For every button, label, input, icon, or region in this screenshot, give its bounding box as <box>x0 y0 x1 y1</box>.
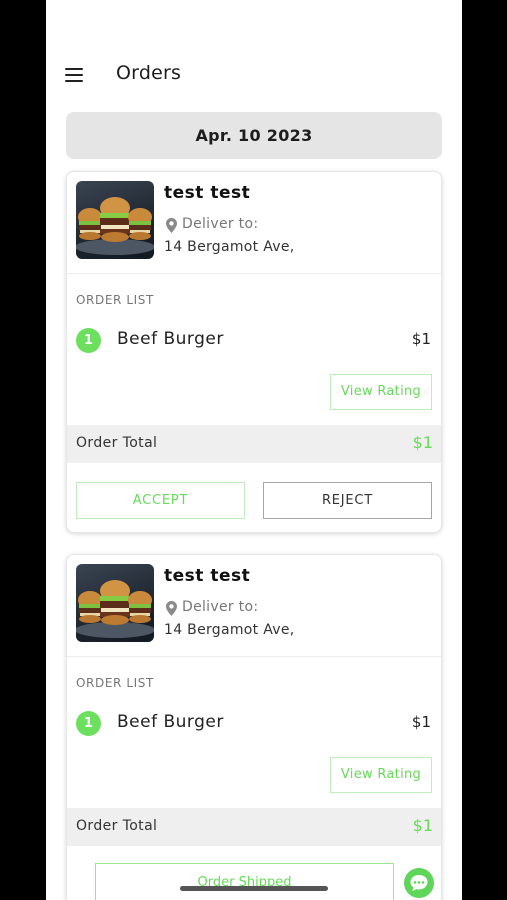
app-bar: Orders <box>46 52 462 96</box>
item-name: Beef Burger <box>117 712 224 732</box>
location-pin-icon <box>166 218 177 233</box>
order-total-bar: Order Total $1 <box>67 808 441 846</box>
delivery-address: 14 Bergamot Ave, <box>164 622 295 638</box>
burger-thumbnail <box>76 564 154 642</box>
order-list-label: ORDER LIST <box>76 293 154 307</box>
order-card: test test Deliver to: 14 Bergamot Ave, O… <box>66 554 442 900</box>
reject-button[interactable]: REJECT <box>263 482 432 519</box>
order-total-value: $1 <box>412 816 433 835</box>
order-total-label: Order Total <box>76 435 158 451</box>
burger-thumbnail <box>76 181 154 259</box>
view-rating-button[interactable]: View Rating <box>330 374 432 410</box>
order-total-bar: Order Total $1 <box>67 425 441 463</box>
order-card: test test Deliver to: 14 Bergamot Ave, O… <box>66 171 442 533</box>
chat-bubble-icon[interactable] <box>404 868 434 898</box>
deliver-to-label: Deliver to: <box>182 599 259 615</box>
item-price: $1 <box>411 713 431 731</box>
app-screen: Orders Apr. 10 2023 test test Deliver to… <box>46 0 462 900</box>
item-price: $1 <box>411 330 431 348</box>
quantity-badge: 1 <box>76 711 101 736</box>
customer-name: test test <box>164 566 251 586</box>
divider <box>67 273 441 274</box>
accept-button[interactable]: ACCEPT <box>76 482 245 519</box>
order-shipped-button[interactable]: Order Shipped <box>95 863 394 900</box>
order-total-value: $1 <box>412 433 433 452</box>
location-pin-icon <box>166 601 177 616</box>
quantity-badge: 1 <box>76 328 101 353</box>
item-name: Beef Burger <box>117 329 224 349</box>
date-header: Apr. 10 2023 <box>66 112 442 159</box>
delivery-address: 14 Bergamot Ave, <box>164 239 295 255</box>
order-list-label: ORDER LIST <box>76 676 154 690</box>
customer-name: test test <box>164 183 251 203</box>
deliver-to-label: Deliver to: <box>182 216 259 232</box>
home-indicator[interactable] <box>180 886 328 891</box>
page-title: Orders <box>116 62 182 84</box>
divider <box>67 656 441 657</box>
hamburger-menu-icon[interactable] <box>65 68 83 82</box>
order-total-label: Order Total <box>76 818 158 834</box>
view-rating-button[interactable]: View Rating <box>330 757 432 793</box>
